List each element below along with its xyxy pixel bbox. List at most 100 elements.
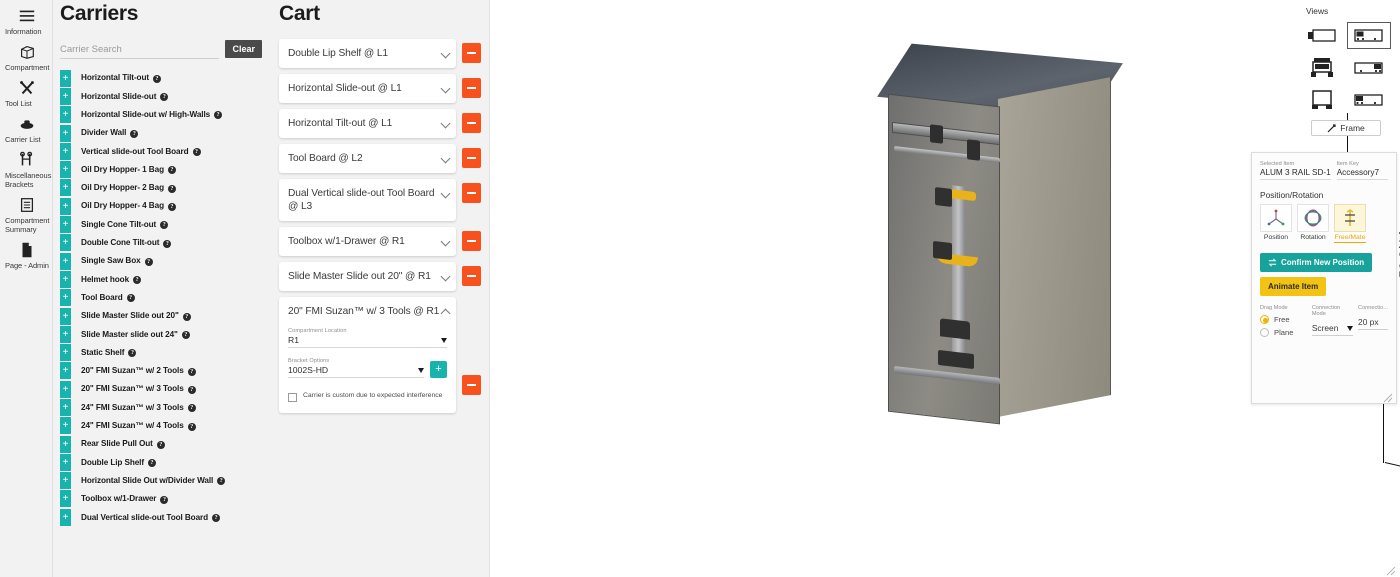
rail-item-carrier-list[interactable]: Carrier List [0, 112, 53, 148]
cart-item-card[interactable]: Dual Vertical slide-out Tool Board @ L3 [279, 179, 456, 221]
carrier-list-item[interactable]: +20" FMI Suzan™ w/ 2 Tools? [53, 362, 270, 380]
help-icon[interactable]: ? [133, 276, 142, 285]
help-icon[interactable]: ? [167, 166, 176, 175]
carrier-list-item[interactable]: + Single Cone Tilt-out? [53, 215, 270, 234]
carrier-list-item[interactable]: + Dual Vertical slide-out Tool Board? [53, 508, 270, 526]
carrier-list-item[interactable]: + Oil Dry Hopper- 1 Bag? [53, 160, 270, 179]
add-carrier-button[interactable]: + [60, 216, 71, 234]
cart-item-card[interactable]: Horizontal Tilt-out @ L1 [279, 109, 456, 138]
viewport-resize-grip[interactable] [1386, 563, 1396, 576]
add-carrier-button[interactable]: + [60, 307, 71, 325]
carrier-list-item[interactable]: + Helmet hook? [53, 270, 270, 288]
search-input[interactable] [60, 42, 220, 59]
help-icon[interactable]: ? [167, 184, 176, 193]
radio-plane[interactable] [1260, 328, 1269, 337]
help-icon[interactable]: ? [217, 477, 226, 486]
add-bracket-button[interactable]: + [430, 361, 447, 378]
view-button-side-right[interactable] [1347, 54, 1391, 81]
help-icon[interactable]: ? [187, 385, 196, 394]
carrier-list-item[interactable]: + Oil Dry Hopper- 4 Bag? [53, 197, 270, 215]
add-carrier-button[interactable]: + [60, 106, 71, 124]
remove-cart-item-button[interactable] [462, 43, 481, 63]
add-carrier-button[interactable]: + [60, 490, 71, 508]
rail-item-tool-list[interactable]: Tool List [0, 76, 53, 112]
add-carrier-button[interactable]: + [60, 270, 71, 288]
chevron-down-icon[interactable] [440, 236, 451, 247]
help-icon[interactable]: ? [153, 74, 161, 83]
carrier-list-item[interactable]: + Rear Slide Pull Out? [53, 435, 270, 453]
view-button-side-left[interactable] [1347, 86, 1391, 113]
add-carrier-button[interactable]: + [60, 252, 71, 270]
mode-position[interactable]: Position [1260, 204, 1292, 243]
carrier-list-item[interactable]: + Tool Board? [53, 289, 270, 307]
help-icon[interactable]: ? [187, 367, 196, 376]
bracket-options-select[interactable]: 1002S-HD [288, 364, 424, 378]
carrier-list-item[interactable]: +24" FMI Suzan™ w/ 3 Tools? [53, 398, 270, 416]
remove-cart-item-button[interactable] [462, 148, 481, 168]
help-icon[interactable]: ? [148, 459, 156, 468]
help-icon[interactable]: ? [156, 440, 165, 449]
cart-item-card[interactable]: Toolbox w/1-Drawer @ R1 [279, 227, 456, 256]
rail-item-page-admin[interactable]: Page - Admin [0, 238, 53, 274]
rail-item-information[interactable]: Information [0, 4, 53, 40]
carrier-list-item[interactable]: + Oil Dry Hopper- 2 Bag? [53, 179, 270, 197]
help-icon[interactable]: ? [187, 404, 196, 413]
chevron-down-icon[interactable] [440, 48, 451, 59]
mode-rotation[interactable]: Rotation [1297, 204, 1329, 243]
carrier-list-item[interactable]: + Toolbox w/1-Drawer? [53, 490, 270, 508]
chevron-down-icon[interactable] [440, 153, 451, 164]
help-icon[interactable]: ? [182, 312, 191, 321]
carrier-list-item[interactable]: + Horizontal Slide-out? [53, 87, 270, 105]
clear-button[interactable]: Clear [225, 40, 262, 58]
view-button-front[interactable] [1300, 22, 1344, 49]
cart-item-card[interactable]: Tool Board @ L2 [279, 144, 456, 173]
rail-item-compartment[interactable]: Compartment [0, 40, 53, 76]
help-icon[interactable]: ? [181, 331, 190, 340]
help-icon[interactable]: ? [160, 93, 169, 102]
chevron-down-icon[interactable] [440, 118, 451, 129]
remove-cart-item-button[interactable] [462, 113, 481, 133]
cart-item-card[interactable]: 20" FMI Suzan™ w/ 3 Tools @ R1 Compartme… [279, 297, 456, 413]
add-carrier-button[interactable]: + [60, 179, 71, 197]
help-icon[interactable]: ? [214, 111, 223, 120]
help-icon[interactable]: ? [187, 422, 196, 431]
add-carrier-button[interactable]: + [60, 398, 71, 416]
panel-resize-grip[interactable] [1383, 390, 1393, 403]
drag-option-plane[interactable]: Plane [1260, 328, 1307, 337]
carrier-list-item[interactable]: + Double Lip Shelf? [53, 453, 270, 471]
add-carrier-button[interactable]: + [60, 344, 71, 362]
remove-cart-item-button[interactable] [462, 231, 481, 251]
mode-free-mate[interactable]: Free/Mate [1334, 204, 1366, 243]
carrier-list-item[interactable]: + Single Saw Box? [53, 252, 270, 270]
add-carrier-button[interactable]: + [60, 325, 71, 343]
carrier-list-item[interactable]: +20" FMI Suzan™ w/ 3 Tools? [53, 380, 270, 398]
carrier-list-item[interactable]: + Horizontal Slide Out w/Divider Wall? [53, 472, 270, 490]
help-icon[interactable]: ? [126, 294, 135, 303]
animate-item-button[interactable]: Animate Item [1260, 277, 1327, 296]
carrier-list-item[interactable]: +24" FMI Suzan™ w/ 4 Tools? [53, 417, 270, 435]
add-carrier-button[interactable]: + [60, 435, 71, 453]
connection-mode-select[interactable]: Screen [1311, 323, 1354, 336]
add-carrier-button[interactable]: + [60, 234, 71, 252]
carrier-list-item[interactable]: + Static Shelf? [53, 343, 270, 362]
help-icon[interactable]: ? [163, 239, 172, 248]
chevron-down-icon[interactable] [440, 271, 451, 282]
add-carrier-button[interactable]: + [60, 362, 71, 380]
compartment-location-select[interactable]: R1 [288, 334, 447, 348]
cart-item-card[interactable]: Horizontal Slide-out @ L1 [279, 74, 456, 103]
add-carrier-button[interactable]: + [60, 472, 71, 490]
carrier-list-item[interactable]: + Vertical slide-out Tool Board? [53, 142, 270, 160]
carrier-list-item[interactable]: + Divider Wall? [53, 124, 270, 142]
help-icon[interactable]: ? [128, 349, 137, 358]
carrier-list-item[interactable]: + Horizontal Slide-out w/ High-Walls? [53, 106, 270, 124]
view-button-rear[interactable] [1300, 86, 1344, 113]
remove-cart-item-button[interactable] [462, 78, 481, 98]
custom-carrier-checkbox-row[interactable]: Carrier is custom due to expected interf… [288, 392, 447, 402]
help-icon[interactable]: ? [212, 514, 221, 523]
help-icon[interactable]: ? [160, 221, 169, 230]
help-icon[interactable]: ? [144, 257, 153, 266]
cart-item-card[interactable]: Slide Master Slide out 20" @ R1 [279, 262, 456, 291]
carrier-list-item[interactable]: + Slide Master slide out 24"? [53, 325, 270, 343]
custom-carrier-checkbox[interactable] [288, 393, 297, 402]
add-carrier-button[interactable]: + [60, 161, 71, 179]
